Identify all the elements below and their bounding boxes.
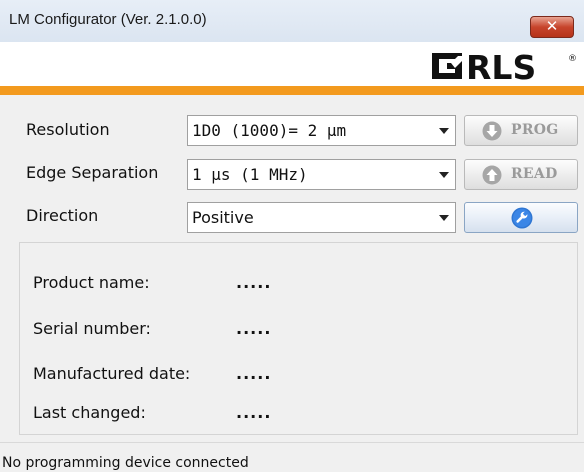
wrench-icon	[511, 207, 533, 229]
accent-bar	[0, 86, 584, 95]
resolution-label: Resolution	[26, 120, 110, 139]
last-changed-label: Last changed:	[33, 403, 146, 422]
chevron-down-icon	[439, 215, 449, 221]
title-bar: LM Configurator (Ver. 2.1.0.0) ✕	[0, 0, 584, 42]
product-name-value: .....	[236, 273, 272, 292]
arrow-down-circle-icon	[482, 121, 502, 141]
resolution-value: 1D0 (1000)= 2 µm	[192, 121, 347, 140]
prog-button-label: PROG	[511, 122, 559, 138]
manufactured-date-value: .....	[236, 364, 272, 383]
edge-separation-select[interactable]: 1 µs (1 MHz)	[187, 159, 456, 190]
status-text: No programming device connected	[2, 455, 249, 471]
manufactured-date-label: Manufactured date:	[33, 364, 191, 383]
chevron-down-icon	[439, 172, 449, 178]
edge-separation-value: 1 µs (1 MHz)	[192, 165, 308, 184]
resolution-select[interactable]: 1D0 (1000)= 2 µm	[187, 115, 456, 146]
read-button-label: READ	[511, 166, 558, 182]
settings-button[interactable]	[464, 202, 578, 233]
direction-label: Direction	[26, 206, 99, 225]
chevron-down-icon	[439, 128, 449, 134]
registered-mark: ®	[568, 54, 577, 64]
direction-value: Positive	[192, 208, 254, 227]
serial-number-label: Serial number:	[33, 319, 151, 338]
logo-text: RLS	[466, 49, 536, 83]
direction-select[interactable]: Positive	[187, 202, 456, 233]
last-changed-value: .....	[236, 403, 272, 422]
product-name-label: Product name:	[33, 273, 150, 292]
serial-number-value: .....	[236, 319, 272, 338]
edge-separation-label: Edge Separation	[26, 163, 159, 182]
read-button[interactable]: READ	[464, 159, 578, 190]
arrow-up-circle-icon	[482, 165, 502, 185]
prog-button[interactable]: PROG	[464, 115, 578, 146]
status-bar: No programming device connected	[0, 442, 584, 472]
device-info-panel: Product name: ..... Serial number: .....…	[19, 242, 578, 435]
window-title: LM Configurator (Ver. 2.1.0.0)	[9, 11, 207, 28]
close-button[interactable]: ✕	[530, 16, 574, 38]
close-icon: ✕	[545, 17, 559, 35]
rls-logo: RLS ®	[432, 49, 577, 83]
rls-logo-icon	[432, 53, 462, 79]
